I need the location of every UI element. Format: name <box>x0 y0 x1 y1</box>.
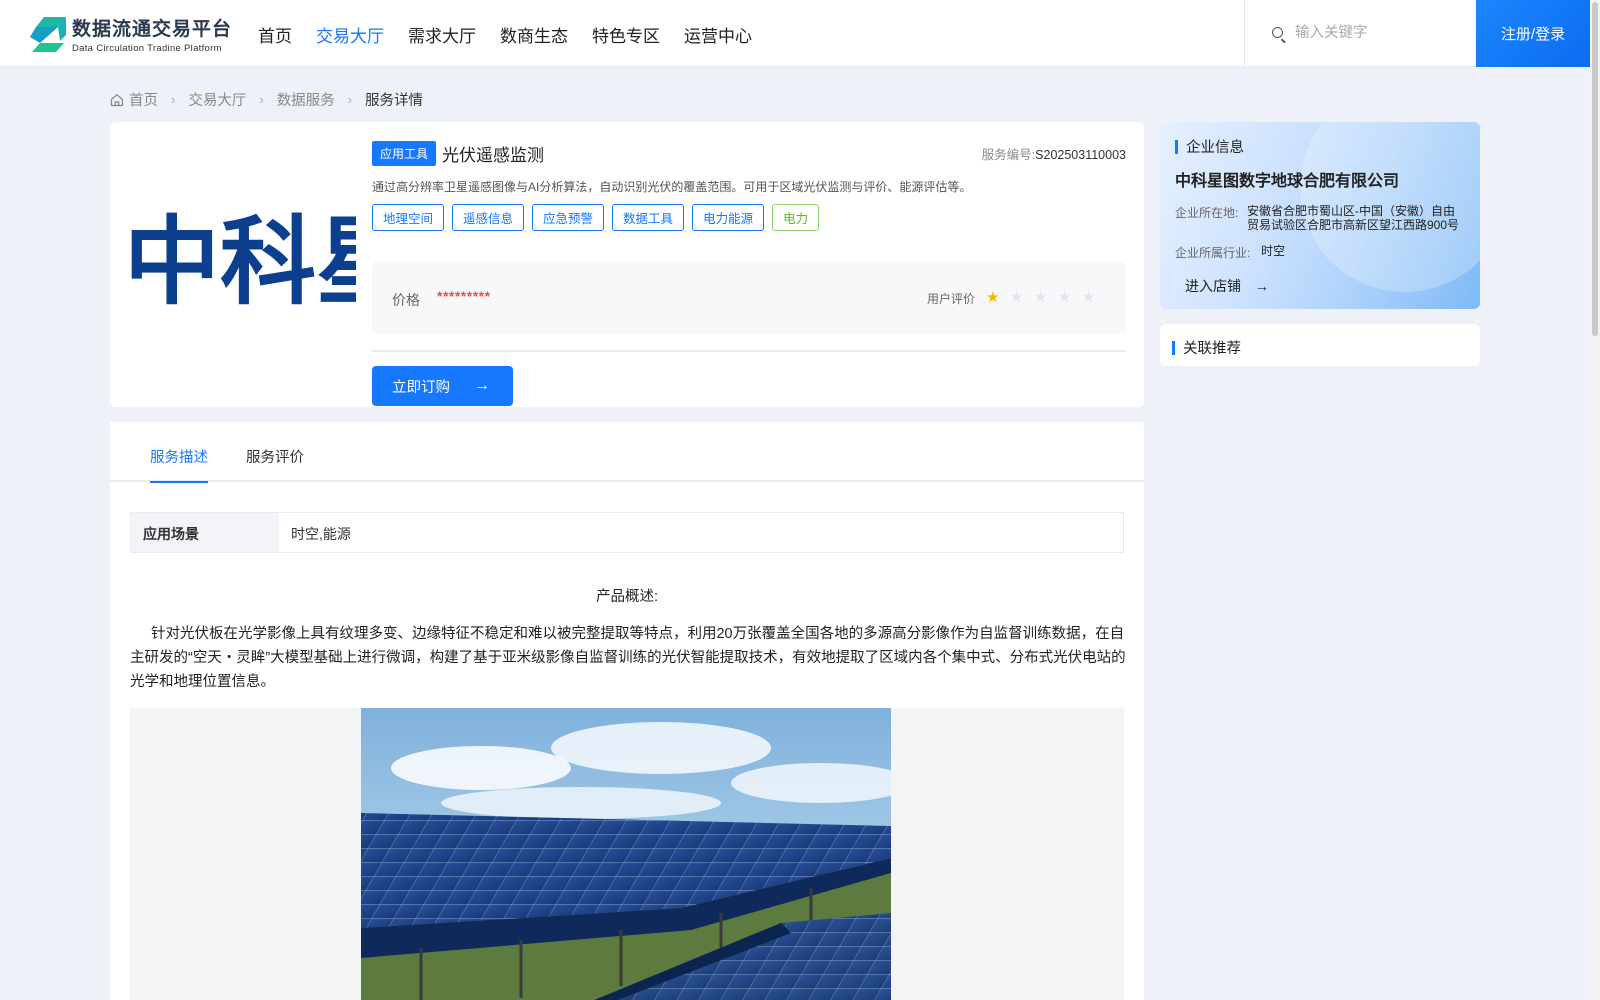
price-panel: 价格 ********* 用户评价 ★ ★ ★ ★ ★ <box>372 262 1126 334</box>
overview-title: 产品概述: <box>595 589 659 605</box>
order-now-button[interactable]: 立即订购 → <box>372 366 513 406</box>
star-icon[interactable]: ★ <box>1010 288 1034 306</box>
section-marker <box>1175 139 1178 154</box>
service-number-value: S202503110003 <box>1035 147 1126 162</box>
tab-service-review[interactable]: 服务评价 <box>246 446 304 481</box>
tag-item[interactable]: 数据工具 <box>612 204 685 231</box>
breadcrumb-current: 服务详情 <box>365 93 424 109</box>
nav-ecosystem[interactable]: 数商生态 <box>500 22 568 47</box>
divider <box>372 350 1126 352</box>
platform-logo[interactable]: 数据流通交易平台 Data Circulation Tradine Platfo… <box>30 14 232 54</box>
tag-item[interactable]: 电力 <box>772 204 820 231</box>
star-rating[interactable]: ★ ★ ★ ★ ★ <box>986 288 1106 306</box>
arrow-right-icon: → <box>1254 278 1269 294</box>
enter-shop-link[interactable]: 进入店铺 → <box>1185 276 1269 296</box>
chevron-right-icon: › <box>347 92 353 107</box>
tag-item[interactable]: 地理空间 <box>372 204 445 231</box>
order-now-label: 立即订购 <box>392 379 450 396</box>
main-nav: 首页 交易大厅 需求大厅 数商生态 特色专区 运营中心 <box>258 22 776 47</box>
type-badge: 应用工具 <box>372 140 437 166</box>
tag-item[interactable]: 电力能源 <box>692 204 765 231</box>
breadcrumb-trading-hall[interactable]: 交易大厅 <box>188 89 246 110</box>
scene-value: 时空,能源 <box>291 526 351 542</box>
breadcrumb-home[interactable]: 首页 <box>129 89 158 110</box>
enterprise-industry-row: 企业所属行业: 时空 <box>1175 244 1476 261</box>
industry-value: 时空 <box>1261 244 1286 258</box>
login-register-button[interactable]: 注册/登录 <box>1476 0 1590 67</box>
scrollbar-thumb[interactable] <box>1592 2 1598 336</box>
industry-label: 企业所属行业: <box>1175 246 1251 260</box>
overview-paragraph: 针对光伏板在光学影像上具有纹理多变、边缘特征不稳定和难以被完整提取等特点，利用2… <box>130 626 1126 690</box>
search-box <box>1244 0 1476 67</box>
product-card: 中科星 应用工具 光伏遥感监测 服务编号:S202503110003 通过高分辨… <box>110 122 1144 407</box>
detail-card: 服务描述 服务评价 应用场景 时空,能源 产品概述: 针对光伏板在光学影像上具有… <box>110 422 1144 1000</box>
logo-subtitle: Data Circulation Tradine Platform <box>72 43 222 54</box>
price-value: ********* <box>437 288 491 304</box>
enterprise-name: 中科星图数字地球合肥有限公司 <box>1175 173 1400 190</box>
recommend-card: 关联推荐 <box>1160 324 1480 366</box>
tag-list: 地理空间 遥感信息 应急预警 数据工具 电力能源 电力 <box>372 204 1126 231</box>
enterprise-section-title: 企业信息 <box>1186 140 1244 156</box>
star-icon[interactable]: ★ <box>1082 288 1106 306</box>
provider-logo: 中科星 <box>130 207 356 309</box>
search-icon[interactable] <box>1272 27 1283 38</box>
section-marker <box>1172 340 1175 355</box>
top-header: 数据流通交易平台 Data Circulation Tradine Platfo… <box>0 0 1590 67</box>
chevron-right-icon: › <box>171 92 176 107</box>
arrow-right-icon: → <box>474 377 490 394</box>
star-icon[interactable]: ★ <box>1034 288 1058 306</box>
tag-item[interactable]: 应急预警 <box>532 204 605 231</box>
nav-special-zone[interactable]: 特色专区 <box>592 22 660 47</box>
product-image-container <box>130 708 1124 1000</box>
solar-panel-image <box>361 708 891 1000</box>
nav-trading-hall[interactable]: 交易大厅 <box>316 22 384 47</box>
recommend-section-title: 关联推荐 <box>1183 341 1241 357</box>
home-icon <box>110 93 124 107</box>
scene-label: 应用场景 <box>131 513 279 552</box>
breadcrumb-data-service[interactable]: 数据服务 <box>277 89 335 110</box>
page-scrollbar[interactable] <box>1590 0 1600 1000</box>
enterprise-address-row: 企业所在地: 安徽省合肥市蜀山区-中国（安徽）自由贸易试验区合肥市高新区望江西路… <box>1175 204 1462 232</box>
star-icon[interactable]: ★ <box>1058 288 1082 306</box>
search-input[interactable] <box>1295 20 1465 46</box>
detail-tabs: 服务描述 服务评价 <box>110 422 1144 483</box>
price-label: 价格 <box>392 292 420 308</box>
scene-table: 应用场景 时空,能源 <box>130 512 1124 553</box>
provider-logo-text: 中科星 <box>130 207 356 309</box>
tab-service-description[interactable]: 服务描述 <box>150 446 208 483</box>
product-description: 通过高分辨率卫星遥感图像与AI分析算法，自动识别光伏的覆盖范围。可用于区域光伏监… <box>372 180 972 194</box>
service-number: 服务编号:S202503110003 <box>981 147 1126 162</box>
product-title: 光伏遥感监测 <box>442 145 545 165</box>
nav-operation-center[interactable]: 运营中心 <box>684 22 752 47</box>
tag-item[interactable]: 遥感信息 <box>452 204 525 231</box>
enter-shop-label: 进入店铺 <box>1185 278 1241 294</box>
rating-label: 用户评价 <box>927 292 976 306</box>
nav-home[interactable]: 首页 <box>258 22 292 47</box>
address-label: 企业所在地: <box>1175 206 1239 220</box>
logo-mark-icon <box>30 15 68 53</box>
enterprise-card: 企业信息 中科星图数字地球合肥有限公司 企业所在地: 安徽省合肥市蜀山区-中国（… <box>1160 122 1480 309</box>
nav-demand-hall[interactable]: 需求大厅 <box>408 22 476 47</box>
logo-title: 数据流通交易平台 <box>72 19 233 40</box>
star-icon[interactable]: ★ <box>986 288 1010 306</box>
address-value: 安徽省合肥市蜀山区-中国（安徽）自由贸易试验区合肥市高新区望江西路900号 <box>1247 204 1460 232</box>
chevron-right-icon: › <box>259 92 264 107</box>
breadcrumb: 首页 › 交易大厅 › 数据服务 › 服务详情 <box>110 89 423 110</box>
